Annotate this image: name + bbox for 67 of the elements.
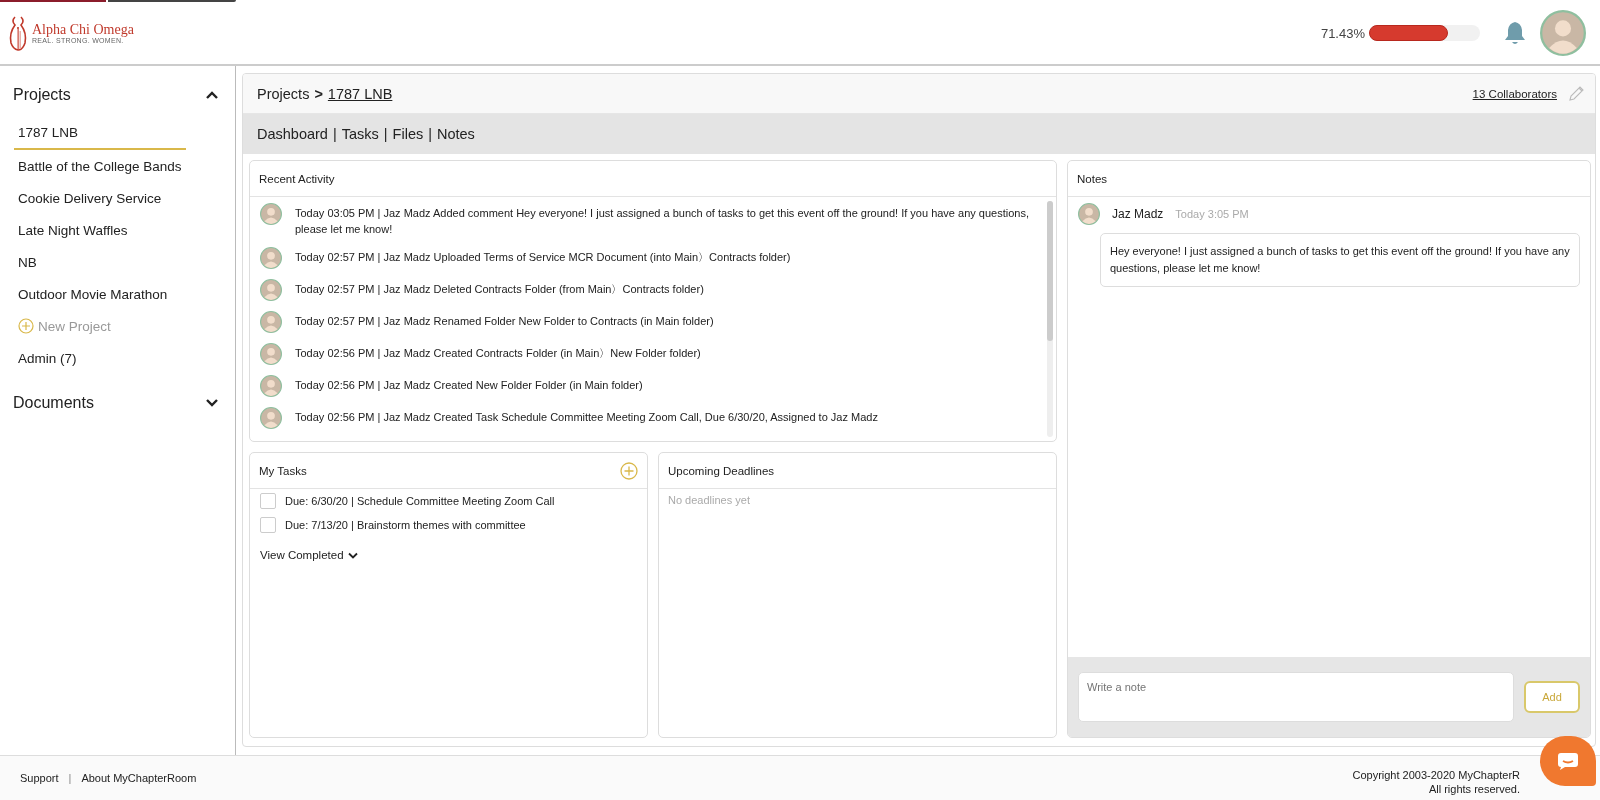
avatar [260,311,282,333]
caret-icon [347,551,358,559]
avatar [260,343,282,365]
checkbox[interactable] [260,493,276,509]
activity-text: Today 02:56 PM | Jaz Madz Created New Folder Folder (in Main folder) [295,378,643,393]
sidebar-item[interactable]: Cookie Delivery Service [14,182,186,214]
empty-message: No deadlines yet [667,493,751,508]
activity-text: Today 02:56 PM | Jaz Madz Created Task Schedule Committee Meeting Zoom Call, Due 6/30/20, Assigned to Jaz Madz [295,410,878,425]
footer-link[interactable]: Support [20,772,59,784]
activity-text: Today 02:57 PM | Jaz Madz Deleted Contracts Folder (from Main〉Contracts folder) [295,282,704,297]
avatar [260,375,282,397]
avatar [260,279,282,301]
view-completed-button[interactable]: View Completed [260,549,637,561]
chat-icon [1557,752,1579,770]
breadcrumb-link[interactable]: 1787 LNB [327,85,393,102]
add-icon[interactable] [620,461,638,480]
progress-reading: 71.43% [1320,25,1365,41]
chat-button[interactable] [1540,736,1596,786]
lyre-icon [8,15,28,51]
sidebar-item[interactable]: Battle of the College Bands [14,150,186,182]
logo-text: Alpha Chi Omega [32,22,134,37]
checkbox[interactable] [260,517,276,533]
breadcrumb-text: Projects [257,85,310,102]
task-text: Due: 6/30/20 | Schedule Committee Meeting Zoom Call [285,495,555,507]
scroll-thumb[interactable] [1047,201,1053,341]
section-header[interactable]: Projects [0,80,235,110]
footer-link[interactable]: About MyChapterRoom [81,772,197,784]
activity-text: Today 03:05 PM | Jaz Madz Added comment Hey everyone! I just assigned a bunch of tasks to get this event off the ground! If you have any questions, please let me know! [295,206,1030,237]
plus-icon [18,318,34,334]
note-time: Today 3:05 PM [1175,208,1249,220]
scrollbar[interactable] [1047,201,1053,437]
tab-separator: | [332,126,337,142]
copyright-text: Copyright 2003-2020 MyChapterR [1352,768,1520,782]
tab-separator: | [383,126,388,142]
panel-title: Recent Activity [259,172,335,185]
avatar [260,407,282,429]
task-text: Due: 7/13/20 | Brainstorm themes with committee [285,519,526,531]
avatar [260,247,282,269]
sidebar-item[interactable]: Late Night Waffles [14,214,186,246]
sidebar-item[interactable]: 1787 LNB [14,116,186,150]
bell-icon[interactable] [1504,20,1526,46]
note-field[interactable]: Write a note [1078,672,1514,722]
note-text: Hey everyone! I just assigned a bunch of tasks to get this event off the ground! If you have any questions, please let me know! [1100,233,1580,287]
tab[interactable]: Tasks [341,126,379,142]
rights-text: All rights reserved. [1427,782,1520,796]
pencil-icon[interactable] [1567,84,1585,103]
avatar [1078,203,1100,225]
activity-text: Today 02:56 PM | Jaz Madz Created Contracts Folder (in Main〉New Folder folder) [295,346,701,361]
tab[interactable]: Dashboard [257,126,328,142]
tab[interactable]: Files [392,126,424,142]
sidebar-item[interactable]: NB [14,246,186,278]
tab[interactable]: Notes [437,126,475,142]
link-separator: | [68,772,72,784]
section-header[interactable]: Documents [0,388,235,418]
tab-separator: | [428,126,432,142]
panel-title: My Tasks [259,464,307,477]
panel-title: Notes [1077,172,1108,185]
activity-text: Today 02:57 PM | Jaz Madz Renamed Folder New Folder to Contracts (in Main folder) [295,314,714,329]
avatar [1540,10,1586,56]
activity-text: Today 02:57 PM | Jaz Madz Uploaded Terms of Service MCR Document (into Main〉Contracts folder) [295,250,791,265]
note-author: Jaz Madz [1112,207,1164,221]
collaborators-link[interactable]: 13 Collaborators [1472,87,1557,100]
sidebar-item[interactable]: Outdoor Movie Marathon [14,278,186,310]
sidebar-item[interactable]: Admin (7) [14,342,186,374]
breadcrumb-separator: > [314,85,323,102]
panel-title: Upcoming Deadlines [668,464,775,477]
avatar [260,203,282,225]
